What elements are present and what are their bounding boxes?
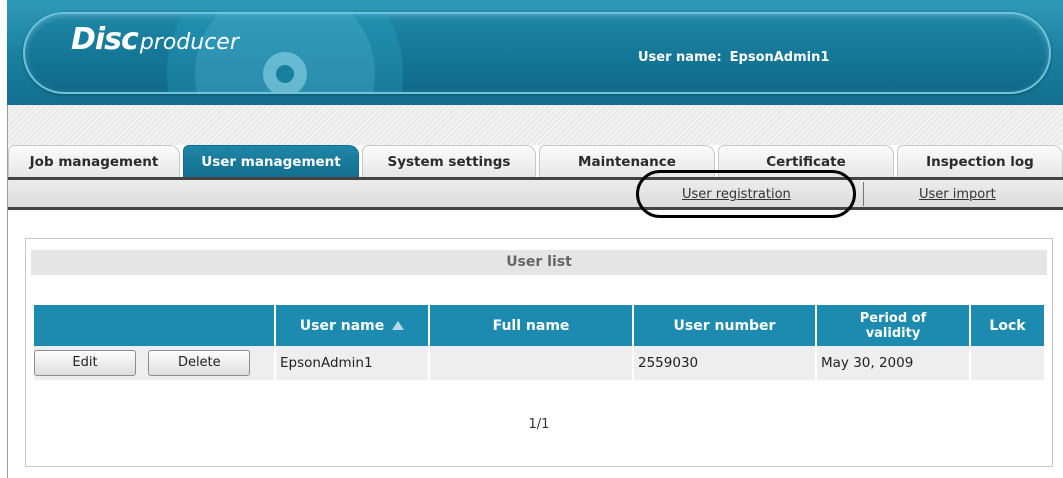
table-header-row: User name Full name User number Period o… xyxy=(34,305,1044,346)
user-number-column-header: User number xyxy=(634,305,815,346)
tab-certificate[interactable]: Certificate xyxy=(718,145,894,177)
validity-header-line2: validity xyxy=(865,325,921,341)
tab-user-management[interactable]: User management xyxy=(183,145,359,177)
user-list-panel: User list User name Full name User numbe… xyxy=(25,238,1053,467)
user-list-title: User list xyxy=(31,250,1047,275)
logo-disc-text: Disc xyxy=(71,22,139,57)
full-name-column-header: Full name xyxy=(430,305,632,346)
tab-maintenance[interactable]: Maintenance xyxy=(539,145,715,177)
sort-ascending-icon xyxy=(392,321,405,330)
user-name-label: User name: xyxy=(638,50,722,65)
logo-producer-text: producer xyxy=(139,30,239,55)
lock-column-header: Lock xyxy=(971,305,1044,346)
tab-system-settings[interactable]: System settings xyxy=(362,145,536,177)
user-registration-link[interactable]: User registration xyxy=(682,187,791,202)
row-user-name: EpsonAdmin1 xyxy=(276,346,428,380)
edit-button[interactable]: Edit xyxy=(34,350,136,376)
sub-navigation: User registration User import xyxy=(8,177,1063,210)
pagination: 1/1 xyxy=(528,417,550,432)
hatched-band xyxy=(8,105,1063,145)
delete-button[interactable]: Delete xyxy=(148,350,251,376)
actions-column-header xyxy=(34,305,274,346)
subnav-divider xyxy=(863,182,864,206)
user-import-link[interactable]: User import xyxy=(919,187,996,202)
user-name-header-label: User name xyxy=(299,317,385,334)
user-table: User name Full name User number Period o… xyxy=(32,305,1046,380)
header-banner: Discproducer User name: EpsonAdmin1 xyxy=(23,12,1051,94)
row-user-number: 2559030 xyxy=(634,346,815,380)
validity-column-header: Period of validity xyxy=(817,305,969,346)
main-tabs: Job management User management System se… xyxy=(8,145,1063,177)
tab-inspection-log[interactable]: Inspection log xyxy=(897,145,1063,177)
row-lock xyxy=(971,346,1044,380)
table-row: Edit Delete EpsonAdmin1 2559030 May 30, … xyxy=(34,346,1044,380)
row-full-name xyxy=(430,346,632,380)
row-validity: May 30, 2009 xyxy=(817,346,969,380)
app-header: Discproducer User name: EpsonAdmin1 xyxy=(7,0,1063,105)
user-name-column-header[interactable]: User name xyxy=(276,305,428,346)
tab-job-management[interactable]: Job management xyxy=(8,145,180,177)
current-user-display: User name: EpsonAdmin1 xyxy=(638,50,829,65)
validity-header-line1: Period of xyxy=(859,310,927,326)
disc-producer-logo: Discproducer xyxy=(71,22,239,57)
user-name-value: EpsonAdmin1 xyxy=(729,50,830,65)
row-actions: Edit Delete xyxy=(34,346,274,380)
